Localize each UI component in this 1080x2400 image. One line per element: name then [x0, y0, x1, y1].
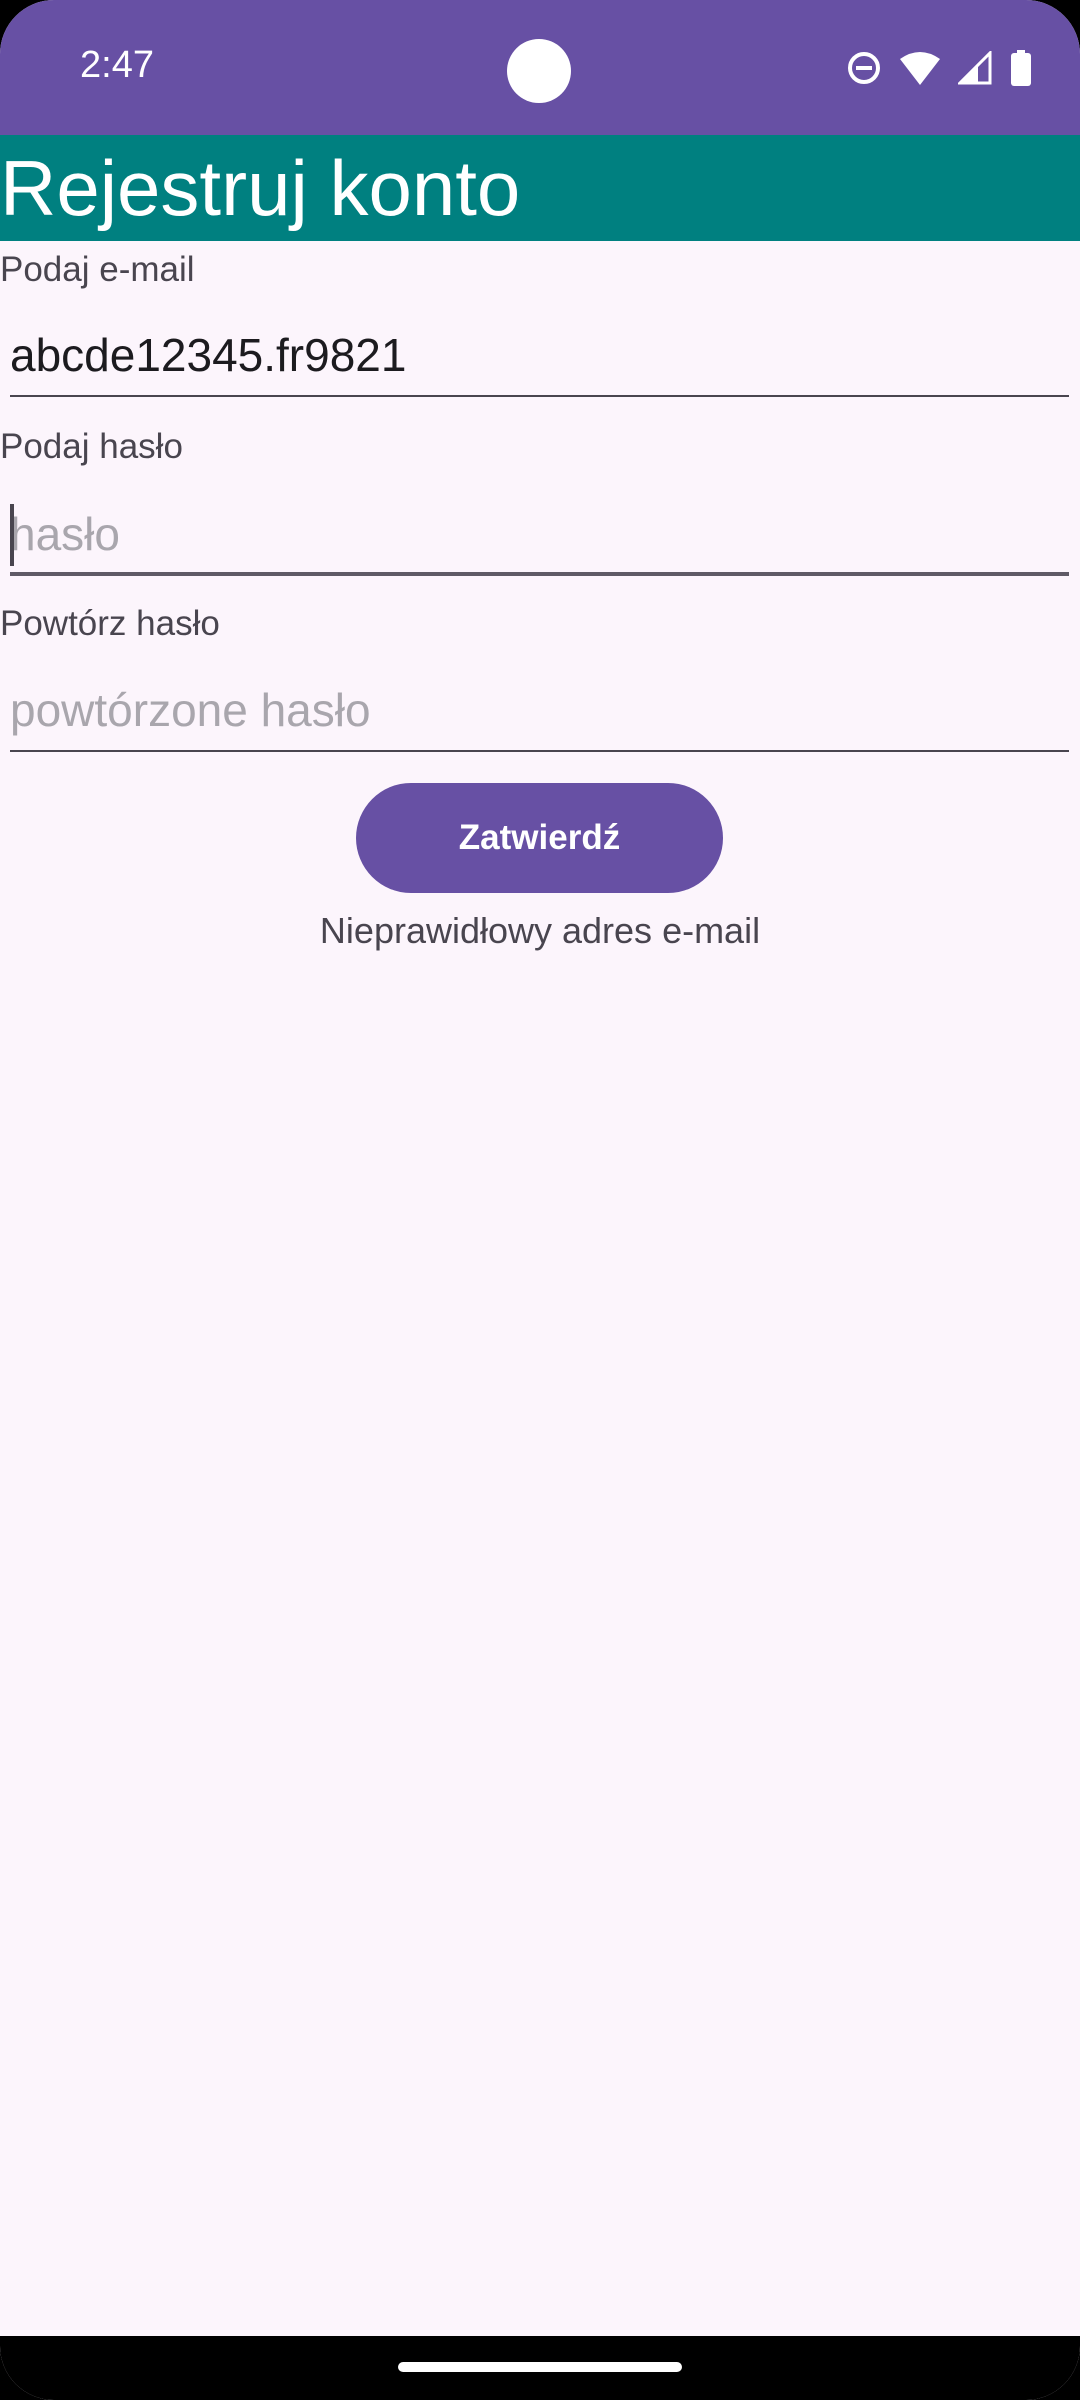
navigation-bar: [0, 2336, 1080, 2400]
email-field[interactable]: abcde12345.fr9821: [10, 317, 1069, 397]
app-bar: Rejestruj konto: [0, 135, 1080, 241]
repeat-password-field[interactable]: powtórzone hasło: [10, 672, 1069, 752]
battery-icon: [1010, 50, 1032, 86]
error-message: Nieprawidłowy adres e-mail: [319, 910, 761, 951]
repeat-password-placeholder: powtórzone hasło: [10, 684, 371, 736]
text-cursor: [10, 504, 14, 566]
home-gesture-handle[interactable]: [398, 2362, 682, 2372]
password-field[interactable]: hasło: [10, 496, 1069, 576]
status-time: 2:47: [80, 44, 154, 86]
camera-cutout: [507, 39, 571, 103]
password-placeholder: hasło: [10, 508, 120, 560]
cellular-signal-icon: [958, 51, 992, 85]
page-title: Rejestruj konto: [0, 144, 521, 232]
status-icons: [846, 48, 1032, 88]
wifi-icon: [900, 51, 940, 85]
status-bar: 2:47: [0, 0, 1080, 135]
repeat-password-underline: [10, 750, 1069, 752]
email-underline: [10, 395, 1069, 397]
password-underline: [10, 572, 1069, 576]
email-label: Podaj e-mail: [0, 250, 195, 289]
repeat-password-label: Powtórz hasło: [0, 604, 220, 643]
app-screen: 2:47 Rejestruj konto Podaj e-mail abcde1…: [0, 0, 1080, 2400]
password-label: Podaj hasło: [0, 427, 183, 466]
email-value: abcde12345.fr9821: [10, 329, 407, 381]
submit-button[interactable]: Zatwierdź: [356, 783, 723, 893]
do-not-disturb-icon: [846, 50, 882, 86]
